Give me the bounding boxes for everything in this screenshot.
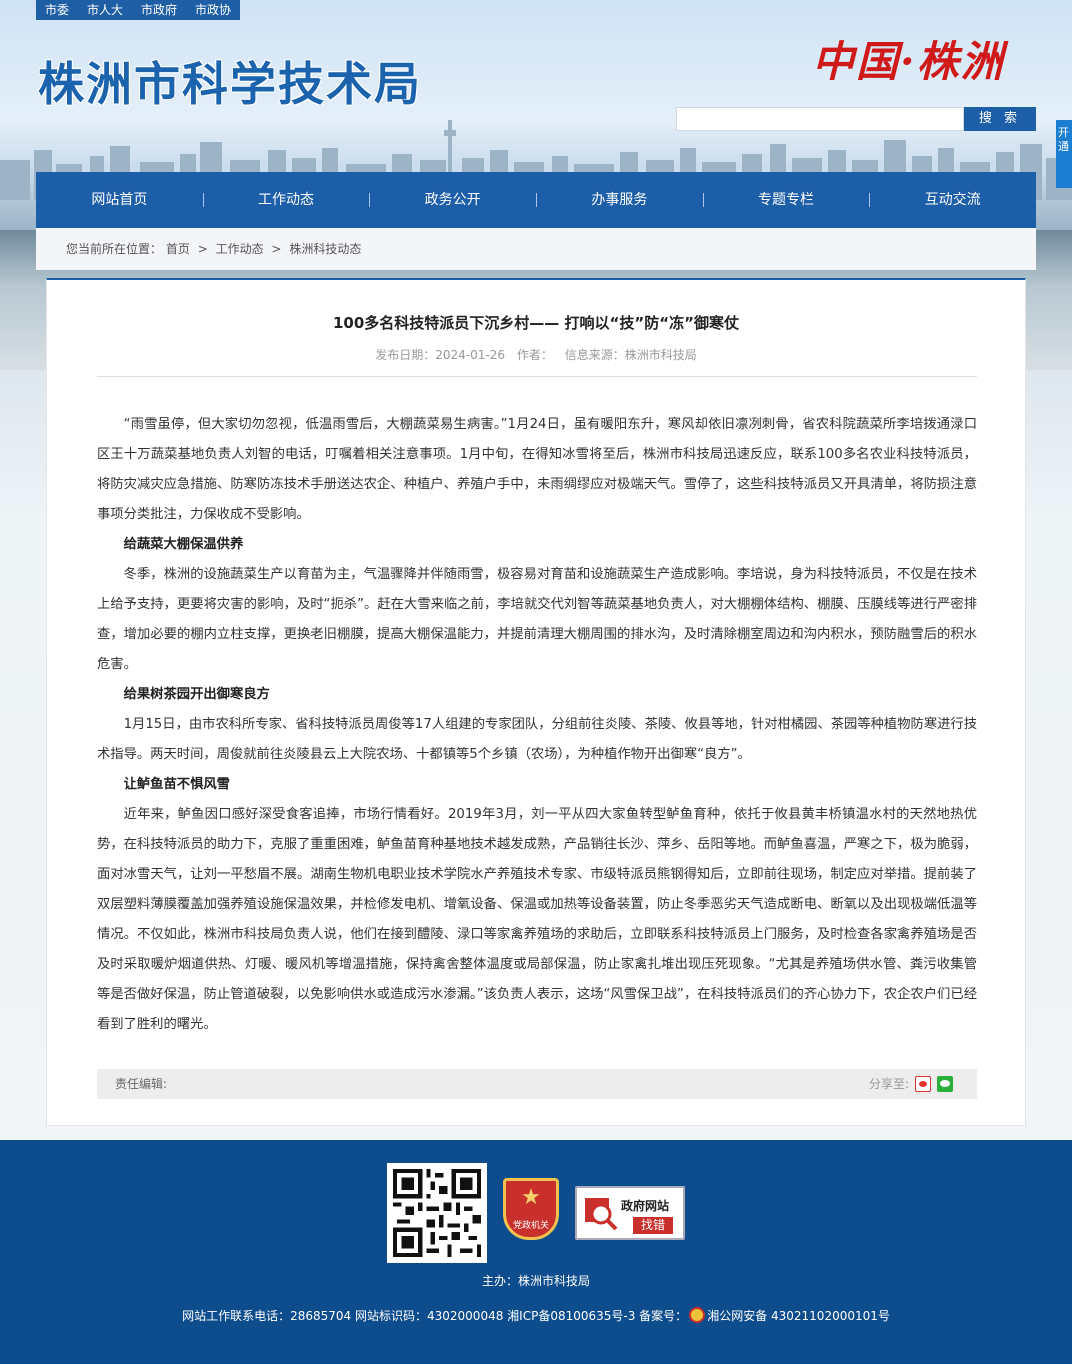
breadcrumb-prefix: 您当前所在位置： — [66, 242, 163, 256]
calligraphy-logo: 中国·株洲 — [812, 37, 1005, 86]
breadcrumb-current[interactable]: 株洲科技动态 — [289, 242, 361, 256]
breadcrumb-separator: > — [197, 242, 208, 256]
breadcrumb-work-news[interactable]: 工作动态 — [216, 242, 264, 256]
wechat-share-icon[interactable] — [937, 1076, 953, 1092]
side-float-tab[interactable]: 开通 — [1056, 120, 1072, 188]
article-body: “雨雪虽停，但大家切勿忽视，低温雨雪后，大棚蔬菜易生病害。”1月24日，虽有暖阳… — [97, 410, 977, 1040]
error-report-button[interactable]: 找错 — [633, 1217, 674, 1234]
article-title: 100多名科技特派员下沉乡村—— 打响以“技”防“冻”御寒仗 — [333, 314, 739, 332]
share-group: 分享至: — [869, 1069, 953, 1099]
title-divider — [97, 376, 977, 377]
party-government-badge[interactable]: ★ 党政机关 — [503, 1178, 559, 1246]
police-record[interactable]: 湘公网安备 43021102000101号 — [707, 1309, 890, 1323]
section-subheading: 给蔬菜大棚保温供养 — [123, 537, 244, 552]
weibo-share-icon[interactable] — [915, 1076, 931, 1092]
search-input[interactable] — [677, 108, 963, 130]
toplink-party-committee[interactable]: 市委 — [36, 0, 78, 20]
site-info-line: 网站工作联系电话：28685704 网站标识码：4302000048 湘ICP备… — [0, 1307, 1072, 1324]
nav-services[interactable]: 办事服务 — [536, 172, 703, 228]
main-nav: 网站首页 工作动态 政务公开 办事服务 专题专栏 互动交流 — [36, 172, 1036, 228]
site-info-text: 网站工作联系电话：28685704 网站标识码：4302000048 湘ICP备… — [182, 1309, 688, 1323]
footer: ★ 党政机关 政府网站 找错 主办：株洲市科技局 网站工作联系电话：286857… — [0, 1140, 1072, 1364]
error-report-title: 政府网站 — [621, 1199, 670, 1213]
qr-code — [387, 1163, 487, 1263]
body-paragraph: 1月15日，由市农科所专家、省科技特派员周俊等17人组建的专家团队，分组前往炎陵… — [97, 717, 978, 762]
badge-shield: ★ 党政机关 — [503, 1178, 559, 1240]
body-paragraph: “雨雪虽停，但大家切勿忽视，低温雨雪后，大棚蔬菜易生病害。”1月24日，虽有暖阳… — [97, 417, 977, 522]
toplink-government[interactable]: 市政府 — [132, 0, 186, 20]
nav-work-news[interactable]: 工作动态 — [202, 172, 370, 228]
breadcrumb: 您当前所在位置： 首页 > 工作动态 > 株洲科技动态 — [36, 228, 1036, 270]
nav-home[interactable]: 网站首页 — [36, 172, 203, 228]
nav-topics[interactable]: 专题专栏 — [702, 172, 870, 228]
nav-interaction[interactable]: 互动交流 — [869, 172, 1036, 228]
search-button[interactable]: 搜 索 — [964, 107, 1036, 131]
editor-label: 责任编辑: — [115, 1077, 168, 1091]
toplink-peoples-congress[interactable]: 市人大 — [78, 0, 132, 20]
body-paragraph: 近年来，鲈鱼因口感好深受食客追捧，市场行情看好。2019年3月，刘一平从四大家鱼… — [97, 807, 977, 1032]
site-title[interactable]: 株洲市科学技术局 — [38, 48, 422, 114]
search-field[interactable] — [676, 107, 964, 131]
editor-bar: 责任编辑: 分享至: — [97, 1069, 977, 1099]
nav-gov-affairs[interactable]: 政务公开 — [369, 172, 536, 228]
sponsor-text: 主办：株洲市科技局 — [481, 1274, 590, 1288]
share-label: 分享至: — [868, 1077, 909, 1091]
section-subheading: 让鲈鱼苗不惧风雪 — [123, 777, 230, 792]
badge-label: 党政机关 — [512, 1221, 549, 1231]
breadcrumb-separator: > — [271, 242, 282, 256]
publish-date: 发布日期：2024-01-26 — [375, 348, 506, 362]
article-meta: 发布日期：2024-01-26 作者： 信息来源：株洲市科技局 — [47, 346, 1025, 363]
breadcrumb-home[interactable]: 首页 — [166, 242, 190, 256]
info-source: 信息来源：株洲市科技局 — [564, 348, 697, 362]
article-card: 100多名科技特派员下沉乡村—— 打响以“技”防“冻”御寒仗 发布日期：2024… — [46, 278, 1026, 1126]
police-badge-icon — [689, 1307, 706, 1323]
author: 作者： — [516, 348, 553, 362]
magnifier-icon — [585, 1198, 618, 1231]
gov-site-error-report[interactable]: 政府网站 找错 — [575, 1186, 685, 1240]
star-icon: ★ — [521, 1185, 541, 1210]
toplink-cppcc[interactable]: 市政协 — [186, 0, 240, 20]
top-link-bar: 市委 市人大 市政府 市政协 — [36, 0, 241, 20]
qr-code-graphic — [393, 1169, 481, 1257]
section-subheading: 给果树茶园开出御寒良方 — [123, 687, 270, 702]
body-paragraph: 冬季，株洲的设施蔬菜生产以育苗为主，气温骤降并伴随雨雪，极容易对育苗和设施蔬菜生… — [97, 567, 977, 672]
